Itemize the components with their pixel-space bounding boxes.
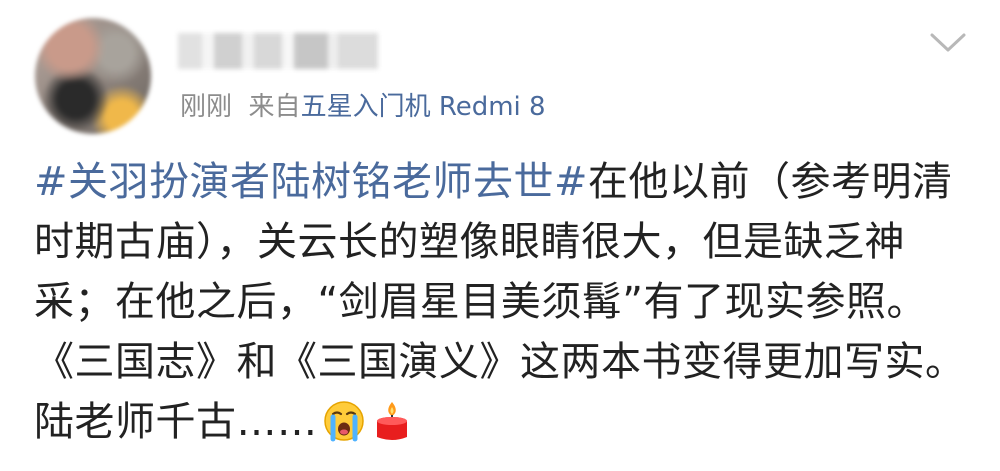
topic-hashtag-link[interactable]: #关羽扮演者陆树铭老师去世#	[34, 159, 588, 205]
post-device-link[interactable]: 五星入门机 Redmi 8	[301, 92, 546, 122]
chevron-down-icon[interactable]	[928, 30, 968, 56]
candle-icon	[376, 402, 407, 440]
post-time: 刚刚	[180, 92, 233, 122]
post-content: #关羽扮演者陆树铭老师去世#在他以前（参考明清时期古庙），关云长的塑像眼睛很大，…	[34, 152, 974, 452]
post-source-prefix: 来自	[248, 92, 301, 122]
avatar[interactable]	[35, 18, 151, 134]
username-blurred[interactable]	[178, 33, 378, 69]
post-meta: 刚刚 来自五星入门机 Redmi 8	[180, 89, 546, 125]
crying-face-icon	[323, 401, 364, 442]
